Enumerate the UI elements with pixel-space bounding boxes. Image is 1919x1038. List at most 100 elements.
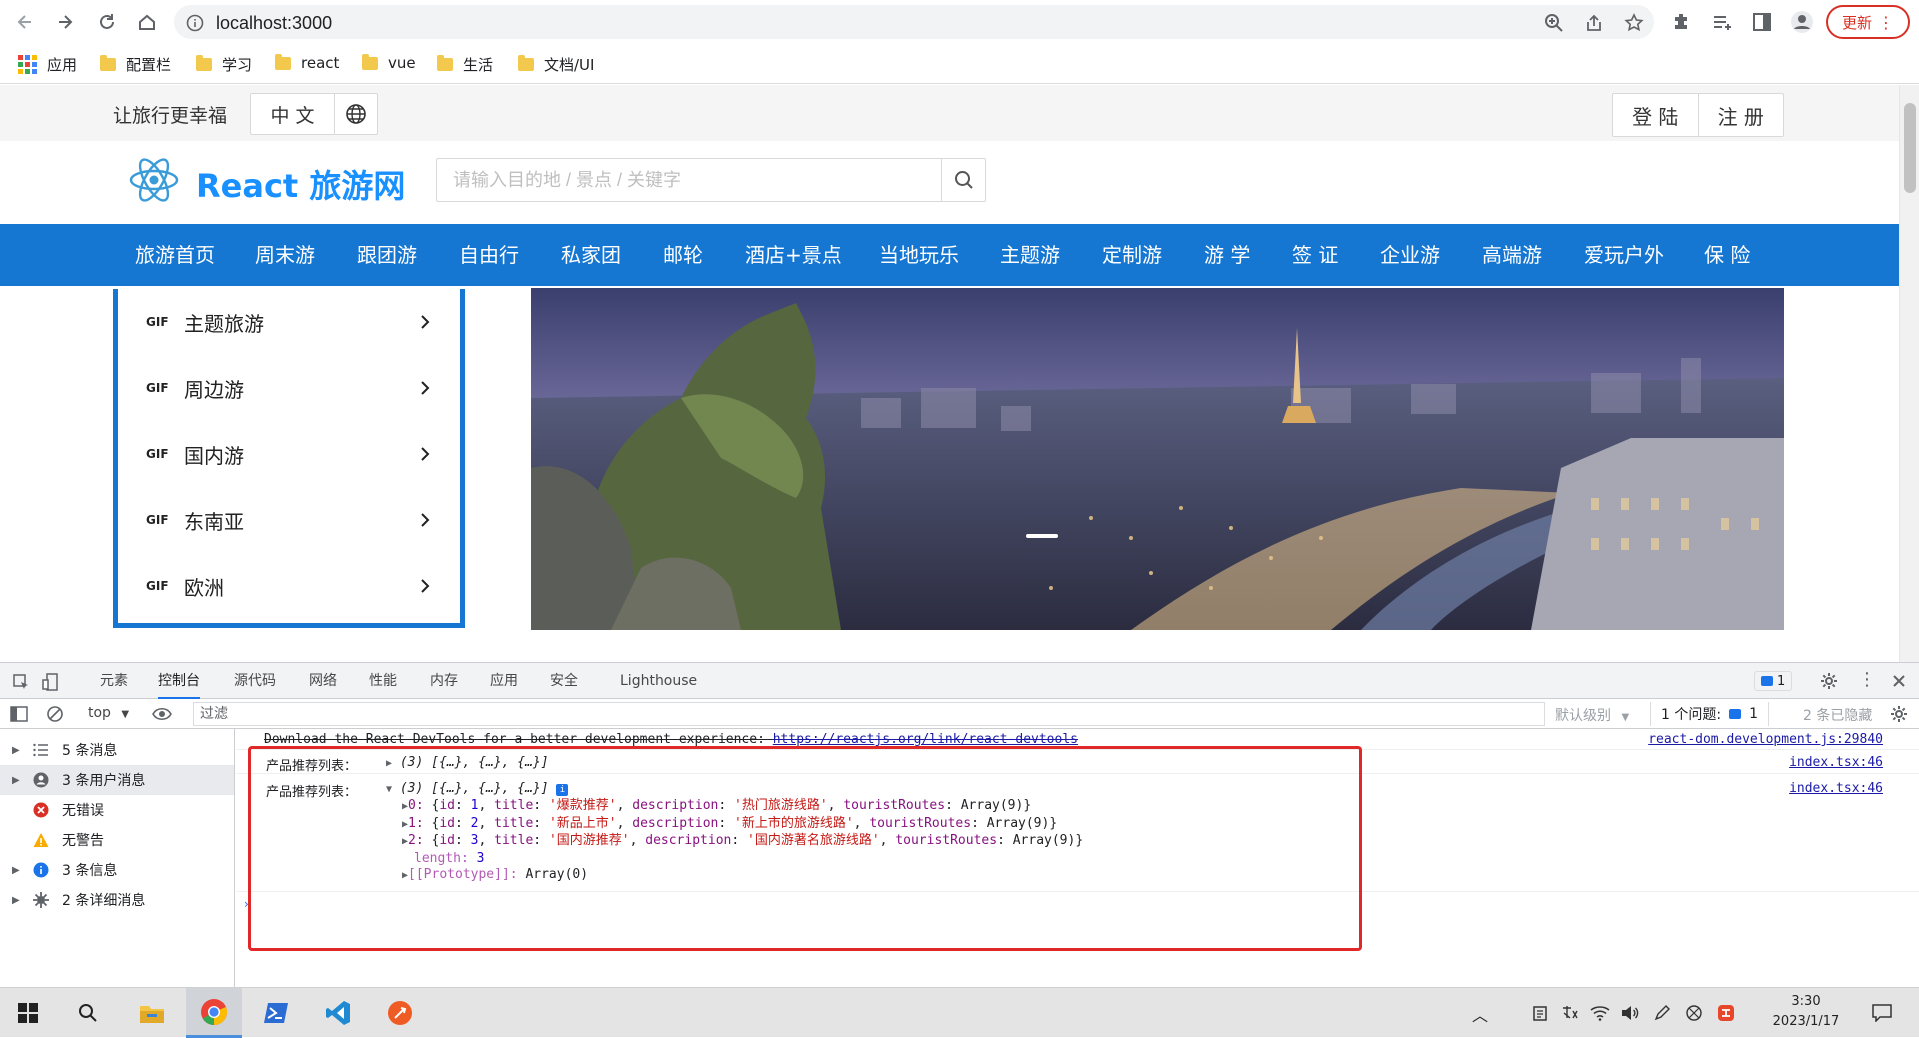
nav-item[interactable]: 企业游 — [1380, 224, 1440, 286]
site-title[interactable]: React 旅游网 — [196, 161, 405, 207]
sidebar-toggle-icon[interactable] — [10, 706, 28, 722]
home-button[interactable] — [134, 9, 160, 35]
nav-item[interactable]: 主题游 — [1000, 224, 1060, 286]
more-options-icon[interactable]: ⋮ — [1858, 669, 1876, 690]
system-clock[interactable]: 3:30 2023/1/17 — [1752, 992, 1860, 1032]
devtools-tab-console[interactable]: 控制台 — [158, 663, 200, 699]
tray-overflow-chevron-icon[interactable]: ︿ — [1472, 1002, 1488, 1026]
devtools-tab-memory[interactable]: 内存 — [430, 663, 458, 699]
site-info-icon[interactable] — [186, 14, 204, 32]
scrollbar-thumb[interactable] — [1904, 103, 1916, 193]
devtools-tab-application[interactable]: 应用 — [490, 663, 518, 699]
sidebar-item-messages[interactable]: ▶ 5 条消息 — [0, 735, 234, 765]
nav-item[interactable]: 跟团游 — [357, 224, 417, 286]
nav-item[interactable]: 爱玩户外 — [1584, 224, 1664, 286]
devtools-tab-performance[interactable]: 性能 — [369, 663, 397, 699]
clear-console-icon[interactable] — [46, 705, 64, 723]
sidebar-item-verbose[interactable]: ▶ 2 条详细消息 — [0, 885, 234, 915]
notifications-icon[interactable] — [1872, 1003, 1892, 1023]
devtools-tab-network[interactable]: 网络 — [309, 663, 337, 699]
clipboard-tray-icon[interactable] — [1530, 1003, 1550, 1023]
nav-item[interactable]: 旅游首页 — [135, 224, 215, 286]
language-dropdown[interactable] — [335, 94, 377, 134]
share-icon[interactable] — [1584, 13, 1604, 33]
nav-item[interactable]: 酒店+景点 — [745, 224, 842, 286]
devtools-tab-sources[interactable]: 源代码 — [234, 663, 276, 699]
url-text[interactable]: localhost:3000 — [216, 13, 332, 34]
nav-item[interactable]: 邮轮 — [663, 224, 703, 286]
devtools-tab-security[interactable]: 安全 — [550, 663, 578, 699]
console-settings-gear-icon[interactable] — [1890, 705, 1908, 723]
side-panel-icon[interactable] — [1750, 10, 1774, 34]
ime-tray-icon[interactable] — [1560, 1003, 1580, 1023]
address-bar[interactable]: localhost:3000 — [174, 5, 1654, 39]
log-source-link[interactable]: index.tsx:46 — [1789, 755, 1883, 770]
chrome-app[interactable] — [186, 988, 242, 1038]
network-tray-icon[interactable] — [1684, 1003, 1704, 1023]
language-button[interactable]: 中 文 — [251, 94, 335, 134]
search-taskbar-button[interactable] — [60, 988, 116, 1038]
login-button[interactable]: 登 陆 — [1613, 94, 1699, 136]
nav-item[interactable]: 高端游 — [1482, 224, 1542, 286]
bookmark-folder[interactable]: 配置栏 — [100, 54, 171, 75]
bookmark-folder[interactable]: react — [275, 53, 339, 72]
search-button[interactable] — [941, 159, 985, 201]
side-menu-item[interactable]: GIF 东南亚 — [118, 487, 460, 553]
log-source-link[interactable]: react-dom.development.js:29840 — [1648, 732, 1883, 747]
issues-button[interactable]: 1 个问题: 1 — [1650, 702, 1769, 726]
issues-counter[interactable]: 1 — [1754, 671, 1793, 691]
sidebar-item-user-messages[interactable]: ▶ 3 条用户消息 — [0, 765, 234, 795]
vscode-app[interactable] — [310, 988, 366, 1038]
register-button[interactable]: 注 册 — [1699, 94, 1784, 136]
carousel-dot-active[interactable] — [1026, 534, 1058, 538]
close-devtools-icon[interactable] — [1892, 674, 1906, 688]
react-logo-icon[interactable] — [128, 157, 180, 203]
side-menu-item[interactable]: GIF 国内游 — [118, 421, 460, 487]
postman-app[interactable] — [372, 988, 428, 1038]
nav-item[interactable]: 游 学 — [1204, 224, 1250, 286]
side-menu-item[interactable]: GIF 周边游 — [118, 355, 460, 421]
settings-gear-icon[interactable] — [1820, 672, 1838, 690]
log-source-link[interactable]: index.tsx:46 — [1789, 781, 1883, 796]
side-menu-item[interactable]: GIF 欧洲 — [118, 553, 460, 619]
file-explorer-app[interactable] — [124, 988, 180, 1038]
search-input[interactable] — [437, 159, 941, 201]
devtools-tab-elements[interactable]: 元素 — [100, 663, 128, 699]
context-selector[interactable]: top ▼ — [88, 705, 129, 721]
update-button[interactable]: 更新 ⋮ — [1826, 5, 1910, 39]
bookmark-star-icon[interactable] — [1624, 13, 1644, 33]
volume-icon[interactable] — [1620, 1003, 1640, 1023]
live-expression-eye-icon[interactable] — [152, 706, 172, 722]
sidebar-item-info[interactable]: ▶ 3 条信息 — [0, 855, 234, 885]
app-tray-icon[interactable] — [1716, 1003, 1736, 1023]
side-menu-item[interactable]: GIF 主题旅游 — [118, 289, 460, 355]
device-toolbar-icon[interactable] — [42, 672, 60, 692]
bookmark-folder[interactable]: 学习 — [196, 54, 252, 75]
language-switcher[interactable]: 中 文 — [250, 93, 378, 135]
page-scrollbar[interactable] — [1899, 85, 1919, 662]
inspect-element-icon[interactable] — [12, 673, 30, 691]
pen-tray-icon[interactable] — [1652, 1003, 1672, 1023]
reload-button[interactable] — [94, 9, 120, 35]
start-button[interactable] — [0, 988, 56, 1038]
devtools-tab-lighthouse[interactable]: Lighthouse — [620, 663, 697, 699]
nav-item[interactable]: 签 证 — [1292, 224, 1338, 286]
nav-item[interactable]: 保 险 — [1704, 224, 1750, 286]
bookmark-folder[interactable]: 文档/UI — [518, 54, 594, 75]
sidebar-item-warnings[interactable]: 无警告 — [0, 825, 234, 855]
nav-item[interactable]: 自由行 — [459, 224, 519, 286]
profile-avatar-icon[interactable] — [1790, 10, 1814, 34]
bookmark-folder[interactable]: vue — [362, 53, 416, 72]
nav-item[interactable]: 私家团 — [561, 224, 621, 286]
reading-list-icon[interactable] — [1710, 10, 1734, 34]
nav-item[interactable]: 定制游 — [1102, 224, 1162, 286]
wifi-icon[interactable] — [1590, 1003, 1610, 1023]
hero-carousel[interactable] — [531, 288, 1784, 630]
sidebar-item-errors[interactable]: 无错误 — [0, 795, 234, 825]
forward-button[interactable] — [52, 9, 78, 35]
bookmark-folder[interactable]: 生活 — [437, 54, 493, 75]
extensions-icon[interactable] — [1670, 10, 1694, 34]
bookmark-apps[interactable]: 应用 — [18, 54, 77, 75]
zoom-icon[interactable] — [1544, 13, 1564, 33]
log-level-dropdown[interactable]: 默认级别 ▼ — [1555, 705, 1629, 725]
